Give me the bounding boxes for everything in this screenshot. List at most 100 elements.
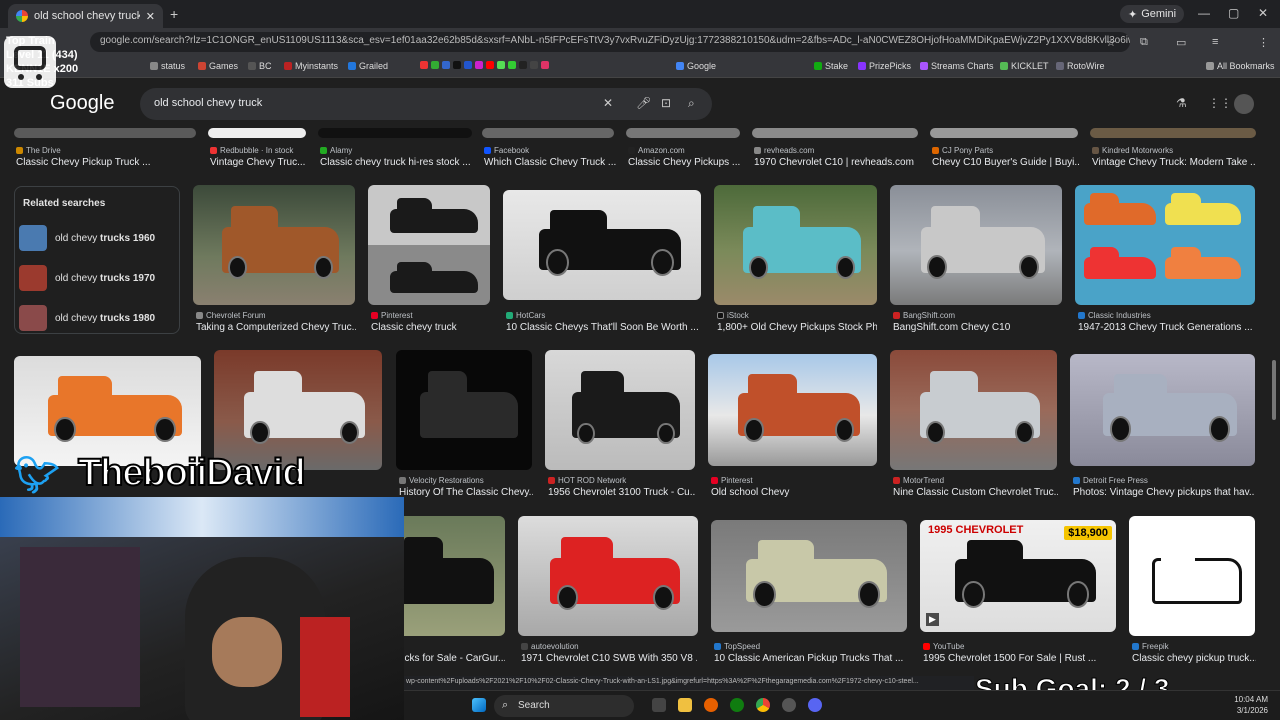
chrome-icon[interactable] xyxy=(756,698,770,712)
image-result[interactable] xyxy=(890,185,1062,305)
extensions-icon[interactable]: ⧉ xyxy=(1140,36,1148,49)
browser-tab[interactable]: old school chevy truck - Google ✕ xyxy=(8,4,163,28)
result-title[interactable]: 1971 Chevrolet C10 SWB With 350 V8 ... xyxy=(521,653,697,664)
related-search-item[interactable]: old chevy trucks 1960 xyxy=(19,222,175,254)
new-tab-button[interactable]: + xyxy=(170,6,178,22)
image-result[interactable] xyxy=(1090,128,1256,138)
result-title[interactable]: 1947-2013 Chevy Truck Generations ... xyxy=(1078,322,1254,333)
related-bold: trucks 1970 xyxy=(100,272,156,284)
download-icon[interactable]: ≡ xyxy=(1212,36,1218,48)
bookmark-item[interactable]: RotoWire xyxy=(1056,61,1105,71)
result-title[interactable]: Vintage Chevy Truck: Modern Take ... xyxy=(1092,157,1256,168)
result-title[interactable]: ucks for Sale - CarGur... xyxy=(399,653,505,664)
result-title[interactable]: 10 Classic Chevys That'll Soon Be Worth … xyxy=(506,322,702,333)
result-title[interactable]: History Of The Classic Chevy... xyxy=(399,487,533,498)
image-result[interactable] xyxy=(368,185,490,305)
obs-icon[interactable] xyxy=(782,698,796,712)
bookmark-item[interactable]: status xyxy=(150,61,185,71)
bookmark-item[interactable]: Google xyxy=(676,61,716,71)
bookmark-item[interactable]: KICKLET xyxy=(1000,61,1049,71)
result-title[interactable]: Which Classic Chevy Truck ... xyxy=(484,157,616,168)
image-result[interactable] xyxy=(193,185,355,305)
image-result[interactable] xyxy=(930,128,1078,138)
windows-start-icon[interactable] xyxy=(472,698,486,712)
task-view-icon[interactable] xyxy=(652,698,666,712)
close-window-button[interactable]: ✕ xyxy=(1258,6,1268,20)
lens-icon[interactable]: ⊡ xyxy=(661,96,671,110)
google-logo[interactable]: Google xyxy=(50,92,115,115)
bookmark-item[interactable]: BC xyxy=(248,61,272,71)
all-bookmarks-folder[interactable]: All Bookmarks xyxy=(1206,61,1275,71)
bookmark-item[interactable]: Myinstants xyxy=(284,61,338,71)
result-title[interactable]: 1,800+ Old Chevy Pickups Stock Ph... xyxy=(717,322,877,333)
source-label: iStock xyxy=(727,311,749,320)
result-title[interactable]: 1995 Chevrolet 1500 For Sale | Rust ... xyxy=(923,653,1117,664)
result-title[interactable]: Old school Chevy xyxy=(711,487,877,498)
minimize-button[interactable]: — xyxy=(1198,6,1210,20)
avatar[interactable] xyxy=(1234,94,1254,114)
result-title[interactable]: 10 Classic American Pickup Trucks That .… xyxy=(714,653,908,664)
image-result[interactable] xyxy=(1129,516,1255,636)
image-result[interactable] xyxy=(518,516,698,636)
image-result[interactable] xyxy=(545,350,695,470)
labs-icon[interactable]: ⚗ xyxy=(1176,96,1187,110)
bookmark-icons-cluster[interactable] xyxy=(420,61,549,69)
bookmark-item[interactable]: Games xyxy=(198,61,238,71)
result-title[interactable]: Classic chevy truck hi-res stock ... xyxy=(320,157,472,168)
image-result[interactable] xyxy=(1075,185,1255,305)
image-result[interactable] xyxy=(1070,354,1255,466)
gemini-button[interactable]: ✦ Gemini xyxy=(1120,5,1185,23)
apps-grid-icon[interactable]: ⋮⋮ xyxy=(1208,96,1232,110)
image-result[interactable] xyxy=(708,354,877,466)
image-result[interactable] xyxy=(714,185,877,305)
image-result[interactable] xyxy=(890,350,1057,470)
taskbar-search[interactable]: ⌕ Search xyxy=(494,695,634,717)
scrollbar-thumb[interactable] xyxy=(1272,360,1276,420)
image-result[interactable]: 1995 CHEVROLET $18,900 ▶ xyxy=(920,520,1116,632)
bookmark-item[interactable]: Grailed xyxy=(348,61,388,71)
search-input[interactable]: old school chevy truck xyxy=(140,88,712,120)
search-icon[interactable]: ⌕ xyxy=(688,96,695,111)
result-title[interactable]: Classic chevy pickup truck... xyxy=(1132,653,1256,664)
related-search-item[interactable]: old chevy trucks 1970 xyxy=(19,262,175,294)
image-result[interactable] xyxy=(208,128,306,138)
maximize-button[interactable]: ▢ xyxy=(1228,6,1239,20)
result-title[interactable]: Photos: Vintage Chevy pickups that hav..… xyxy=(1073,487,1255,498)
result-title[interactable]: Vintage Chevy Truc... xyxy=(210,157,308,168)
image-result[interactable] xyxy=(14,356,201,466)
result-title[interactable]: BangShift.com Chevy C10 xyxy=(893,322,1063,333)
xbox-icon[interactable] xyxy=(730,698,744,712)
image-result[interactable] xyxy=(503,190,701,300)
bookmark-item[interactable]: PrizePicks xyxy=(858,61,911,71)
firefox-icon[interactable] xyxy=(704,698,718,712)
result-title[interactable]: Classic Chevy Pickups ... xyxy=(628,157,742,168)
image-result[interactable] xyxy=(396,516,505,636)
bookmark-item[interactable]: Stake xyxy=(814,61,848,71)
result-title[interactable]: Nine Classic Custom Chevrolet Truc... xyxy=(893,487,1058,498)
result-title[interactable]: 1970 Chevrolet C10 | revheads.com xyxy=(754,157,920,168)
result-title[interactable]: Chevy C10 Buyer's Guide | Buyi... xyxy=(932,157,1080,168)
url-field[interactable]: google.com/search?rlz=1C1ONGR_enUS1109US… xyxy=(90,32,1130,52)
menu-icon[interactable]: ⋮ xyxy=(1258,36,1269,49)
result-title[interactable]: 1956 Chevrolet 3100 Truck - Cu... xyxy=(548,487,696,498)
image-result[interactable] xyxy=(752,128,918,138)
image-result[interactable] xyxy=(626,128,740,138)
close-tab-icon[interactable]: ✕ xyxy=(146,10,155,23)
file-explorer-icon[interactable] xyxy=(678,698,692,712)
image-result[interactable] xyxy=(482,128,614,138)
image-result[interactable] xyxy=(396,350,532,470)
result-title[interactable]: Classic Chevy Pickup Truck ... xyxy=(16,157,196,168)
microphone-icon[interactable]: 🎤︎ xyxy=(636,96,651,110)
result-title[interactable]: Taking a Computerized Chevy Truc... xyxy=(196,322,356,333)
discord-icon[interactable] xyxy=(808,698,822,712)
related-search-item[interactable]: old chevy trucks 1980 xyxy=(19,302,175,334)
image-result[interactable] xyxy=(711,520,907,632)
clear-icon[interactable]: ✕ xyxy=(603,96,613,110)
bookmark-item[interactable]: Streams Charts xyxy=(920,61,994,71)
result-title[interactable]: Classic chevy truck xyxy=(371,322,491,333)
star-icon[interactable]: ☆ xyxy=(1106,36,1116,49)
image-result[interactable] xyxy=(14,128,196,138)
sidepanel-icon[interactable]: ▭ xyxy=(1176,36,1186,49)
image-result[interactable] xyxy=(318,128,472,138)
system-clock[interactable]: 10:04 AM 3/1/2026 xyxy=(1234,694,1268,716)
